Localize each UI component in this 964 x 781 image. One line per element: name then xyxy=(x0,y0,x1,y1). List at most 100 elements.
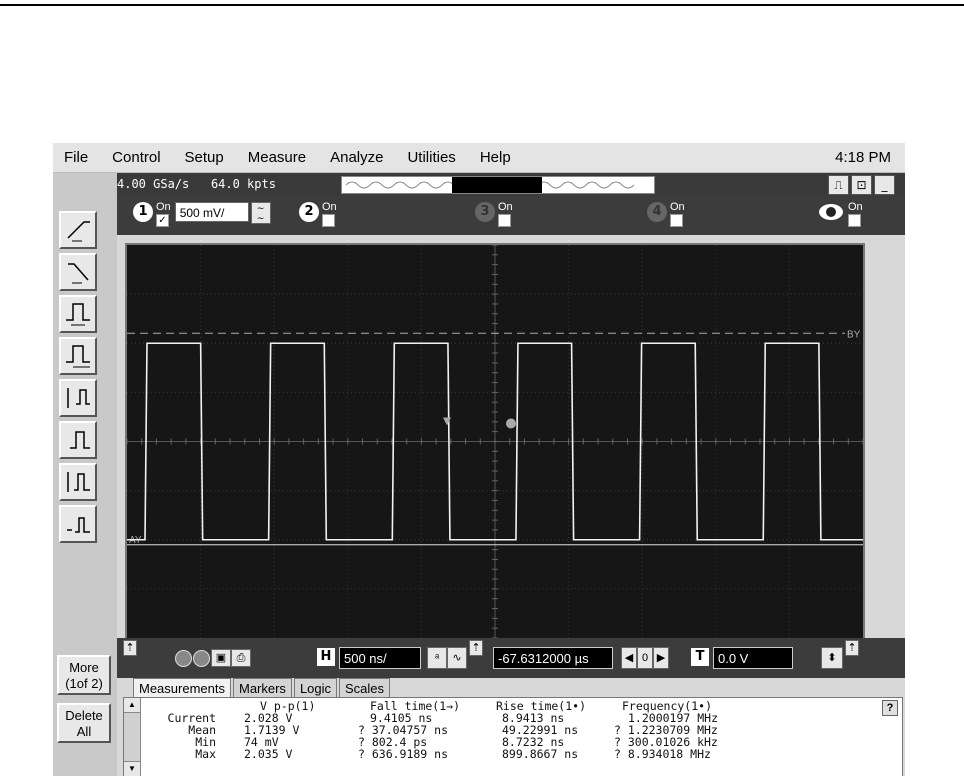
rise-measure-marker xyxy=(506,418,516,429)
print-icon[interactable]: ⎙ xyxy=(231,649,251,667)
tab-measurements[interactable]: Measurements xyxy=(133,678,231,698)
math-eye-icon[interactable] xyxy=(817,202,845,222)
pulse-width-icon xyxy=(66,303,90,326)
vpp-max: 2.035 V xyxy=(244,747,293,761)
delay-left-button[interactable]: ◀ xyxy=(621,647,637,669)
channel-1-volts-div[interactable]: 500 mV/ xyxy=(174,202,249,222)
square-wave-icon[interactable]: ⎍ xyxy=(828,175,849,195)
tab-logic[interactable]: Logic xyxy=(293,678,338,698)
measurements-panel: ▲ ▼ Current Mean Min Max V p-p(1) 2.028 V 1.7… xyxy=(123,697,903,776)
channel-1-control: 1 On ✓ 500 mV/ ∼ ∼ xyxy=(133,202,271,227)
freq-max: ? 8.934018 MHz xyxy=(614,747,711,761)
overshoot-trigger-button[interactable] xyxy=(59,463,97,501)
row-label-max: Max xyxy=(195,747,216,761)
channel-1-checkbox[interactable]: ✓ xyxy=(156,214,169,227)
run-indicator-icon[interactable] xyxy=(175,650,192,667)
channel-1-scale-spinner[interactable]: ∼ ∼ xyxy=(250,202,271,224)
wave-icon[interactable]: ∿ xyxy=(447,647,467,669)
overview-window[interactable] xyxy=(452,177,542,193)
channel-3-badge[interactable]: 3 xyxy=(475,202,495,222)
menu-help[interactable]: Help xyxy=(480,149,511,166)
amplitude-trigger-button[interactable] xyxy=(59,379,97,417)
pulse-width-trigger-button[interactable] xyxy=(59,295,97,333)
scroll-up-icon[interactable]: ▲ xyxy=(124,698,140,713)
menu-utilities[interactable]: Utilities xyxy=(407,149,455,166)
oscilloscope-window: File Control Setup Measure Analyze Utili… xyxy=(53,143,905,776)
preshoot-trigger-button[interactable] xyxy=(59,505,97,543)
delay-field[interactable]: -67.6312000 µs xyxy=(493,647,613,669)
channel-4-checkbox[interactable] xyxy=(670,214,683,227)
mouse-icon[interactable]: ⊡ xyxy=(851,175,872,195)
delay-right-button[interactable]: ▶ xyxy=(653,647,669,669)
scroll-down-icon[interactable]: ▼ xyxy=(124,761,140,776)
top-right-icons: ⎍ ⊡ _ xyxy=(828,175,895,195)
menu-bar: File Control Setup Measure Analyze Utili… xyxy=(53,143,905,173)
help-icon[interactable]: ? xyxy=(882,700,898,716)
math-checkbox[interactable] xyxy=(848,214,861,227)
channel-2-on: On xyxy=(322,202,337,227)
pin-icon[interactable]: ⇡ xyxy=(123,640,137,656)
time-per-div-field[interactable]: 500 ns/ xyxy=(339,647,421,669)
freq-column: Frequency(1•) 1.2000197 MHz? 1.2230709 MH… xyxy=(614,700,718,760)
zoom-icon[interactable]: ᵃ xyxy=(427,647,447,669)
clock: 4:18 PM xyxy=(835,149,891,166)
waveform-graticule: BYAY xyxy=(126,244,864,639)
more-button[interactable]: More (1of 2) xyxy=(57,655,111,695)
stop-indicator-icon[interactable] xyxy=(193,650,210,667)
left-toolbar: More (1of 2) Delete All xyxy=(53,173,117,776)
trigger-level-field[interactable]: 0.0 V xyxy=(713,647,793,669)
level-trigger-button[interactable] xyxy=(59,421,97,459)
minimize-icon[interactable]: _ xyxy=(874,175,895,195)
measurements-scrollbar[interactable]: ▲ ▼ xyxy=(124,698,141,776)
channel-3-on: On xyxy=(498,202,513,227)
channel-2-checkbox[interactable] xyxy=(322,214,335,227)
channel-1-badge[interactable]: 1 xyxy=(133,202,153,222)
pin-icon-2[interactable]: ⇡ xyxy=(469,640,483,656)
menu-measure[interactable]: Measure xyxy=(248,149,306,166)
pin-icon-3[interactable]: ⇡ xyxy=(845,640,859,656)
save-image-icon[interactable]: ▣ xyxy=(211,649,231,667)
fall-measure-marker xyxy=(443,417,451,426)
waveform-display[interactable]: BY AY xyxy=(125,243,865,640)
duty-cycle-trigger-button[interactable] xyxy=(59,337,97,375)
bottom-tabs: Measurements Markers Logic Scales xyxy=(133,678,392,698)
channel-2-on-label: On xyxy=(322,201,337,213)
menu-setup[interactable]: Setup xyxy=(185,149,224,166)
math-channel-control: On xyxy=(817,202,863,227)
waveform-overview[interactable] xyxy=(341,176,655,194)
channel-3-control: 3 On xyxy=(475,202,513,227)
amplitude-icon xyxy=(67,388,90,408)
trigger-label: T xyxy=(691,648,709,666)
falling-edge-icon xyxy=(68,263,89,284)
menu-file[interactable]: File xyxy=(64,149,88,166)
horizontal-label: H xyxy=(317,648,335,666)
channel-4-badge[interactable]: 4 xyxy=(647,202,667,222)
channel-bar: 1 On ✓ 500 mV/ ∼ ∼ 2 On 3 On 4 On On xyxy=(117,195,905,235)
vpp-column: V p-p(1) 2.028 V 1.7139 V 74 mV 2.035 V xyxy=(244,700,315,760)
math-on: On xyxy=(848,202,863,227)
memory-depth: 64.0 kpts xyxy=(210,177,276,191)
rise-max: 899.8667 ns xyxy=(502,747,579,761)
tab-markers[interactable]: Markers xyxy=(232,678,292,698)
channel-2-badge[interactable]: 2 xyxy=(299,202,319,222)
row-labels: Current Mean Min Max xyxy=(162,712,216,760)
sample-rate: 4.00 GSa/s 64.0 kpts xyxy=(117,177,276,191)
page-rule xyxy=(0,4,964,6)
channel-4-on-label: On xyxy=(670,201,685,213)
channel-4-control: 4 On xyxy=(647,202,685,227)
delay-center-button[interactable]: 0 xyxy=(637,647,653,669)
overshoot-icon xyxy=(67,472,90,492)
trigger-level-spinner[interactable]: ⬍ xyxy=(821,647,843,669)
level-icon xyxy=(70,431,90,449)
delete-all-button[interactable]: Delete All xyxy=(57,703,111,743)
preshoot-icon xyxy=(67,517,90,533)
marker-by-label: BY xyxy=(847,329,861,340)
menu-control[interactable]: Control xyxy=(112,149,160,166)
rising-edge-trigger-button[interactable] xyxy=(59,211,97,249)
duty-cycle-icon xyxy=(66,345,90,368)
tab-scales[interactable]: Scales xyxy=(339,678,391,698)
channel-3-checkbox[interactable] xyxy=(498,214,511,227)
menu-analyze[interactable]: Analyze xyxy=(330,149,383,166)
acquisition-info-bar: 4.00 GSa/s 64.0 kpts ⎍ ⊡ _ xyxy=(117,173,905,195)
falling-edge-trigger-button[interactable] xyxy=(59,253,97,291)
